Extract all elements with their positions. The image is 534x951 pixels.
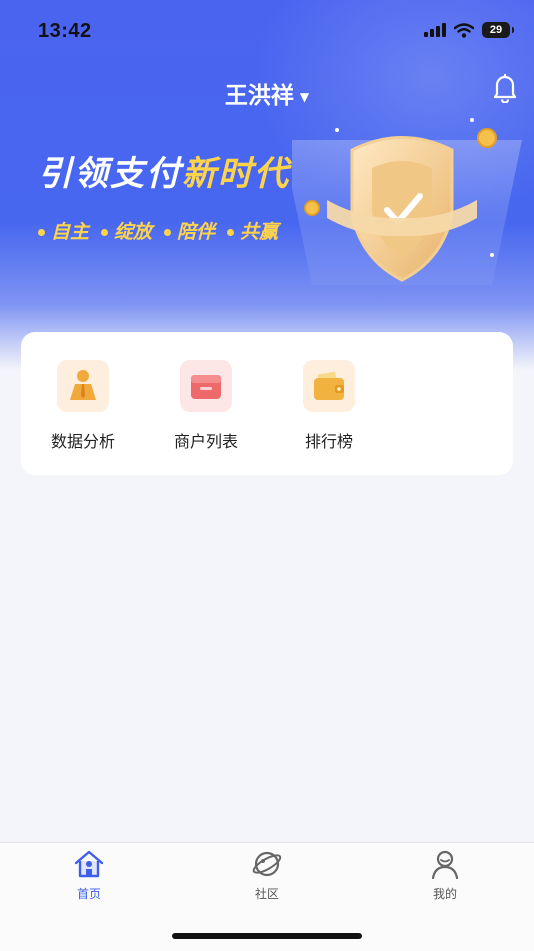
- signal-icon: [424, 23, 446, 37]
- home-icon: [74, 850, 104, 878]
- shield-illustration-icon: [292, 118, 522, 285]
- home-indicator[interactable]: [172, 933, 362, 939]
- feature-merchant-list[interactable]: 商户列表: [161, 360, 251, 452]
- tab-profile[interactable]: 我的: [405, 849, 485, 902]
- profile-icon: [431, 850, 459, 880]
- hero-banner: 13:42 29 王洪祥 ▼ 引领支付新时代 自主 绽放 陪伴 共赢: [0, 0, 534, 370]
- tab-label: 我的: [432, 887, 457, 901]
- tab-label: 首页: [76, 887, 101, 901]
- planet-icon: [252, 851, 282, 877]
- banner-tag: 绽放: [101, 217, 152, 244]
- feature-leaderboard[interactable]: 排行榜: [284, 360, 374, 452]
- tab-home[interactable]: 首页: [49, 849, 129, 902]
- feature-label: 商户列表: [173, 432, 238, 451]
- status-time: 13:42: [38, 20, 92, 42]
- slogan-highlight: 新时代: [182, 154, 290, 194]
- feature-label: 排行榜: [304, 432, 353, 451]
- banner-tags: 自主 绽放 陪伴 共赢: [38, 217, 278, 244]
- banner-tag: 自主: [38, 217, 89, 244]
- user-switcher[interactable]: 王洪祥 ▼: [0, 76, 534, 110]
- tab-label: 社区: [254, 887, 279, 901]
- notification-bell-icon[interactable]: [491, 73, 519, 107]
- user-name: 王洪祥: [224, 83, 294, 109]
- caret-down-icon: ▼: [299, 89, 310, 104]
- data-analysis-icon: [57, 360, 109, 412]
- merchant-list-icon: [180, 360, 232, 412]
- status-icons: 29: [424, 22, 514, 38]
- banner-slogan: 引领支付新时代: [38, 146, 290, 195]
- banner-tag: 陪伴: [164, 217, 215, 244]
- battery-icon: 29: [482, 22, 514, 38]
- leaderboard-wallet-icon: [303, 360, 355, 412]
- feature-card: 数据分析 商户列表 排行榜: [21, 332, 513, 475]
- tab-community[interactable]: 社区: [227, 849, 307, 902]
- banner-tag: 共赢: [227, 217, 278, 244]
- wifi-icon: [454, 22, 474, 38]
- slogan-main: 引领支付: [38, 154, 182, 194]
- feature-label: 数据分析: [50, 432, 115, 451]
- feature-data-analysis[interactable]: 数据分析: [38, 360, 128, 452]
